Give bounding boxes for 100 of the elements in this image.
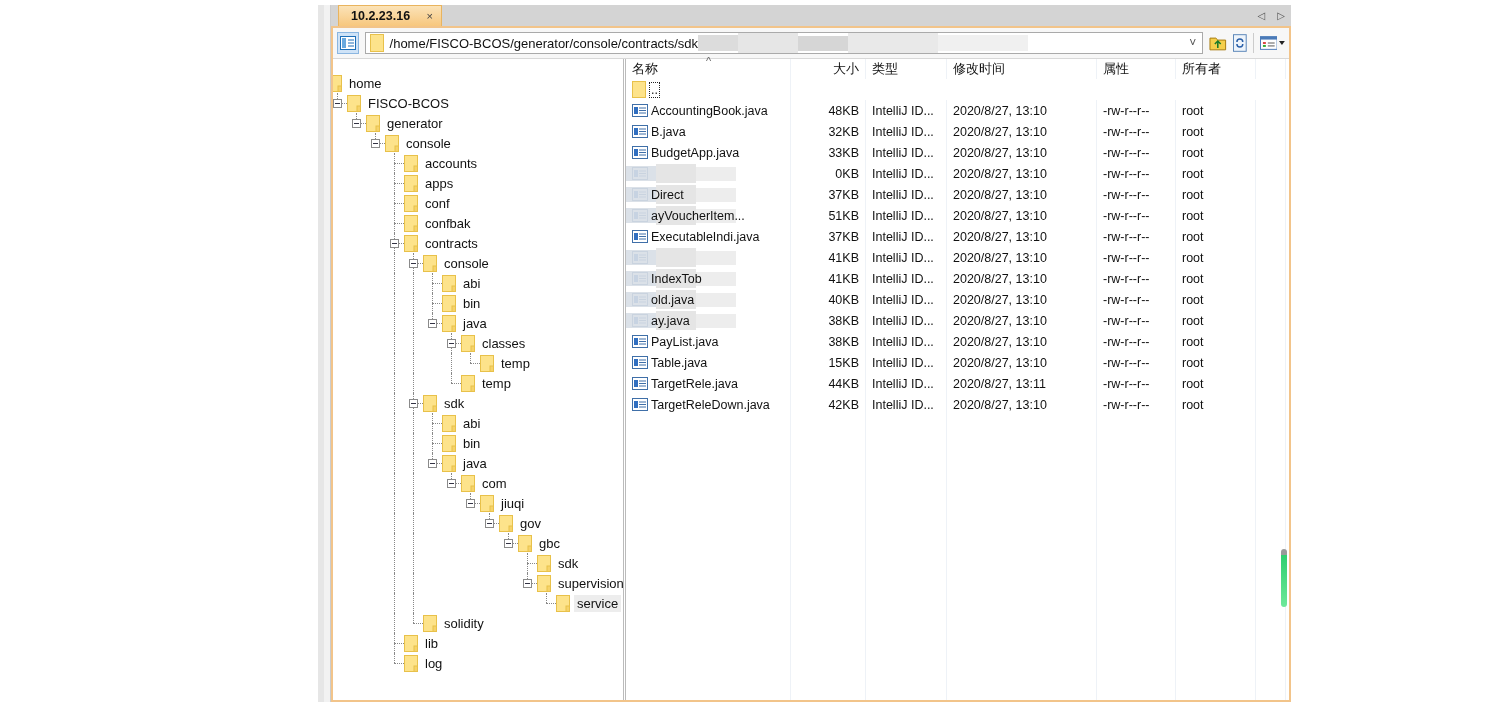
- type-cell: IntelliJ ID...: [866, 331, 947, 352]
- tree-item[interactable]: home: [346, 74, 385, 92]
- size-cell: 38KB: [791, 310, 866, 331]
- tree-item[interactable]: service: [574, 594, 622, 612]
- tree-item[interactable]: java: [460, 454, 490, 472]
- size-cell: 33KB: [791, 142, 866, 163]
- tree-item[interactable]: conf: [422, 194, 453, 212]
- column-header[interactable]: 修改时间: [947, 59, 1097, 79]
- tree-item[interactable]: sdk: [441, 394, 468, 412]
- column-header[interactable]: 大小: [791, 59, 866, 79]
- collapse-toggle-icon[interactable]: [485, 519, 494, 528]
- collapse-toggle-icon[interactable]: [352, 119, 361, 128]
- type-cell: IntelliJ ID...: [866, 121, 947, 142]
- type-cell: IntelliJ ID...: [866, 205, 947, 226]
- tree-item[interactable]: bin: [460, 294, 484, 312]
- file-name[interactable]: B.java: [651, 124, 686, 139]
- tree-item[interactable]: gov: [517, 514, 544, 532]
- folder-icon: [404, 194, 418, 212]
- view-list-icon[interactable]: [1259, 36, 1278, 50]
- tree-item[interactable]: bin: [460, 434, 484, 452]
- collapse-toggle-icon[interactable]: [371, 139, 380, 148]
- refresh-icon[interactable]: [1232, 34, 1247, 52]
- column-header[interactable]: 类型: [866, 59, 947, 79]
- tree-item[interactable]: log: [422, 654, 446, 672]
- dropdown-arrow[interactable]: ˅: [1189, 36, 1203, 50]
- owner-cell: root: [1176, 352, 1256, 373]
- tree-item[interactable]: apps: [422, 174, 457, 192]
- folder-icon: [347, 94, 361, 112]
- scrollbar-thumb[interactable]: [1281, 549, 1287, 607]
- collapse-toggle-icon[interactable]: [409, 399, 418, 408]
- file-name[interactable]: AccountingBook.java: [651, 103, 768, 118]
- tree-item[interactable]: sdk: [555, 554, 582, 572]
- tree-item[interactable]: lib: [422, 634, 441, 652]
- java-file-icon: [632, 377, 648, 390]
- type-cell: IntelliJ ID...: [866, 163, 947, 184]
- file-name[interactable]: TargetReleDown.java: [651, 397, 770, 412]
- tree-item[interactable]: generator: [384, 114, 446, 132]
- file-name[interactable]: ayVoucherItem...: [651, 208, 745, 223]
- column-header[interactable]: 属性: [1097, 59, 1176, 79]
- tree-item[interactable]: confbak: [422, 214, 474, 232]
- file-name[interactable]: TargetRele.java: [651, 376, 738, 391]
- modified-cell: 2020/8/27, 13:11: [947, 373, 1097, 394]
- permissions-cell: -rw-r--r--: [1097, 142, 1176, 163]
- address-field[interactable]: /home/FISCO-BCOS/generator/console/contracts/sdk ˅: [364, 32, 1204, 54]
- modified-cell: 2020/8/27, 13:10: [947, 163, 1097, 184]
- folder-icon: [366, 114, 380, 132]
- owner-cell: root: [1176, 121, 1256, 142]
- close-icon[interactable]: ×: [426, 10, 433, 22]
- parent-directory-item[interactable]: ..: [649, 81, 660, 98]
- file-name[interactable]: old.java: [651, 292, 695, 307]
- folder-icon: [556, 594, 570, 612]
- tree-item[interactable]: java: [460, 314, 490, 332]
- file-name[interactable]: Table.java: [651, 355, 708, 370]
- tree-item[interactable]: solidity: [441, 614, 487, 632]
- tab-prev-arrow[interactable]: ◁: [1251, 5, 1272, 26]
- tree-item[interactable]: gbc: [536, 534, 563, 552]
- owner-cell: root: [1176, 268, 1256, 289]
- tree-item[interactable]: supervision: [555, 574, 623, 592]
- tree-item[interactable]: abi: [460, 274, 484, 292]
- folder-icon: [423, 254, 437, 272]
- tree-item[interactable]: contracts: [422, 234, 481, 252]
- folder-icon: [537, 554, 551, 572]
- session-tab[interactable]: 10.2.23.16 ×: [338, 5, 442, 26]
- owner-cell: root: [1176, 142, 1256, 163]
- collapse-toggle-icon[interactable]: [333, 99, 342, 108]
- tree-item[interactable]: FISCO-BCOS: [365, 94, 452, 112]
- tree-toggle-button[interactable]: [337, 32, 359, 54]
- collapse-toggle-icon[interactable]: [447, 339, 456, 348]
- file-name[interactable]: Direct: [651, 187, 684, 202]
- size-cell: 37KB: [791, 184, 866, 205]
- file-name[interactable]: ExecutableIndi.java: [651, 229, 760, 244]
- collapse-toggle-icon[interactable]: [466, 499, 475, 508]
- file-name[interactable]: ay.java: [651, 313, 690, 328]
- tree-item[interactable]: temp: [479, 374, 514, 392]
- collapse-toggle-icon[interactable]: [504, 539, 513, 548]
- collapse-toggle-icon[interactable]: [390, 239, 399, 248]
- caret-icon[interactable]: [1279, 41, 1285, 45]
- java-file-icon: [632, 356, 648, 369]
- tree-item[interactable]: accounts: [422, 154, 481, 172]
- collapse-toggle-icon[interactable]: [447, 479, 456, 488]
- column-header[interactable]: 所有者: [1176, 59, 1256, 79]
- file-name[interactable]: BudgetApp.java: [651, 145, 740, 160]
- collapse-toggle-icon[interactable]: [428, 459, 437, 468]
- tree-item[interactable]: com: [479, 474, 510, 492]
- collapse-toggle-icon[interactable]: [409, 259, 418, 268]
- collapse-toggle-icon[interactable]: [428, 319, 437, 328]
- tab-next-arrow[interactable]: ▷: [1271, 5, 1291, 26]
- file-name[interactable]: PayList.java: [651, 334, 719, 349]
- tree-item[interactable]: console: [441, 254, 492, 272]
- tree-item[interactable]: abi: [460, 414, 484, 432]
- folder-icon: [442, 414, 456, 432]
- tree-item[interactable]: jiuqi: [498, 494, 528, 512]
- parent-folder-icon[interactable]: [1209, 35, 1227, 51]
- folder-icon: [461, 474, 475, 492]
- tree-item[interactable]: console: [403, 134, 454, 152]
- collapse-toggle-icon[interactable]: [523, 579, 532, 588]
- file-name[interactable]: IndexTob: [651, 271, 702, 286]
- tree-item[interactable]: classes: [479, 334, 529, 352]
- owner-cell: root: [1176, 373, 1256, 394]
- tree-item[interactable]: temp: [498, 354, 533, 372]
